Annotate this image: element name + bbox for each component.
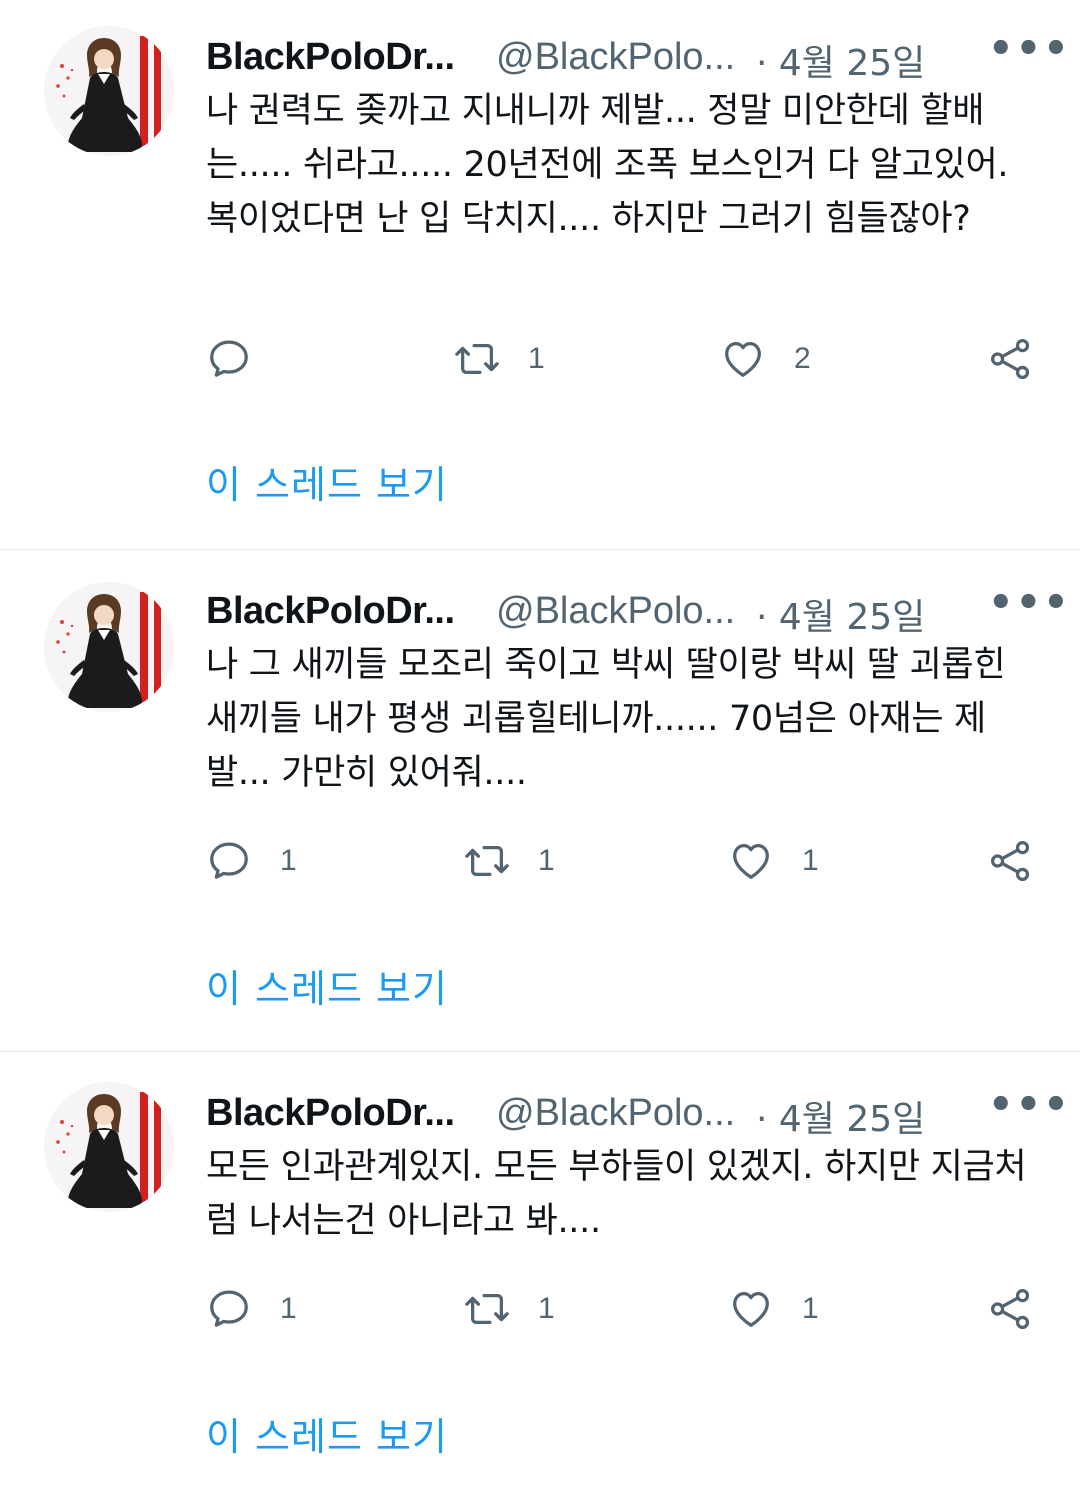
avatar[interactable] — [44, 26, 174, 156]
retweet-button[interactable]: 1 — [464, 836, 555, 886]
share-icon — [988, 1286, 1034, 1332]
tweet[interactable]: BlackPoloDr... @BlackPolo... · 4월 25일 ••… — [0, 580, 1080, 1052]
show-thread-link[interactable]: 이 스레드 보기 — [206, 454, 448, 509]
like-count: 1 — [802, 844, 819, 877]
heart-icon — [728, 838, 774, 884]
tweet[interactable]: BlackPoloDr... @BlackPolo... · 4월 25일 ••… — [0, 1082, 1080, 1486]
more-icon[interactable]: ••• — [988, 26, 1071, 72]
like-button[interactable]: 2 — [720, 334, 811, 384]
retweet-icon — [454, 336, 500, 382]
tweet-actions: 1 1 1 — [206, 1284, 1036, 1334]
share-button[interactable] — [988, 1284, 1034, 1334]
retweet-icon — [464, 1286, 510, 1332]
display-name[interactable]: BlackPoloDr... — [206, 36, 455, 79]
share-button[interactable] — [988, 334, 1034, 384]
reply-icon — [206, 336, 252, 382]
show-thread-link[interactable]: 이 스레드 보기 — [206, 1406, 448, 1461]
reply-button[interactable]: 1 — [206, 836, 297, 886]
tweet-header: BlackPoloDr... @BlackPolo... · 4월 25일 ••… — [206, 580, 1069, 640]
retweet-count: 1 — [538, 1292, 555, 1325]
tweet[interactable]: BlackPoloDr... @BlackPolo... · 4월 25일 ••… — [0, 26, 1080, 550]
user-handle[interactable]: @BlackPolo... — [496, 590, 735, 633]
heart-icon — [720, 336, 766, 382]
share-icon — [988, 838, 1034, 884]
like-count: 2 — [794, 342, 811, 375]
avatar[interactable] — [44, 582, 174, 712]
share-button[interactable] — [988, 836, 1034, 886]
tweet-text: 모든 인과관계있지. 모든 부하들이 있겠지. 하지만 지금처럼 나서는건 아니… — [206, 1147, 1027, 1241]
reply-icon — [206, 838, 252, 884]
like-button[interactable]: 1 — [728, 836, 819, 886]
retweet-button[interactable]: 1 — [464, 1284, 555, 1334]
tweet-text: 나 권력도 좆까고 지내니까 제발... 정말 미안한데 할배는..... 쉬라… — [206, 91, 1009, 239]
share-icon — [988, 336, 1034, 382]
tweet-actions: 1 2 — [206, 334, 1036, 384]
display-name[interactable]: BlackPoloDr... — [206, 590, 455, 633]
tweet-header: BlackPoloDr... @BlackPolo... · 4월 25일 ••… — [206, 1082, 1069, 1142]
divider — [0, 1051, 1080, 1052]
tweet-actions: 1 1 1 — [206, 836, 1036, 886]
reply-icon — [206, 1286, 252, 1332]
tweet-text: 나 그 새끼들 모조리 죽이고 박씨 딸이랑 박씨 딸 괴롭힌 새끼들 내가 평… — [206, 645, 1006, 793]
like-count: 1 — [802, 1292, 819, 1325]
heart-icon — [728, 1286, 774, 1332]
user-handle[interactable]: @BlackPolo... — [496, 1092, 735, 1135]
retweet-button[interactable]: 1 — [454, 334, 545, 384]
avatar[interactable] — [44, 1082, 174, 1212]
tweet-date[interactable]: · 4월 25일 — [756, 588, 925, 640]
divider — [0, 549, 1080, 550]
reply-count: 1 — [280, 1292, 297, 1325]
reply-button[interactable]: 1 — [206, 1284, 297, 1334]
user-handle[interactable]: @BlackPolo... — [496, 36, 735, 79]
retweet-icon — [464, 838, 510, 884]
display-name[interactable]: BlackPoloDr... — [206, 1092, 455, 1135]
like-button[interactable]: 1 — [728, 1284, 819, 1334]
tweet-header: BlackPoloDr... @BlackPolo... · 4월 25일 ••… — [206, 26, 1069, 86]
more-icon[interactable]: ••• — [988, 1082, 1071, 1128]
tweet-date[interactable]: · 4월 25일 — [756, 1090, 925, 1142]
more-icon[interactable]: ••• — [988, 580, 1071, 626]
retweet-count: 1 — [528, 342, 545, 375]
tweet-date[interactable]: · 4월 25일 — [756, 34, 925, 86]
show-thread-link[interactable]: 이 스레드 보기 — [206, 958, 448, 1013]
reply-button[interactable] — [206, 334, 280, 384]
reply-count: 1 — [280, 844, 297, 877]
retweet-count: 1 — [538, 844, 555, 877]
